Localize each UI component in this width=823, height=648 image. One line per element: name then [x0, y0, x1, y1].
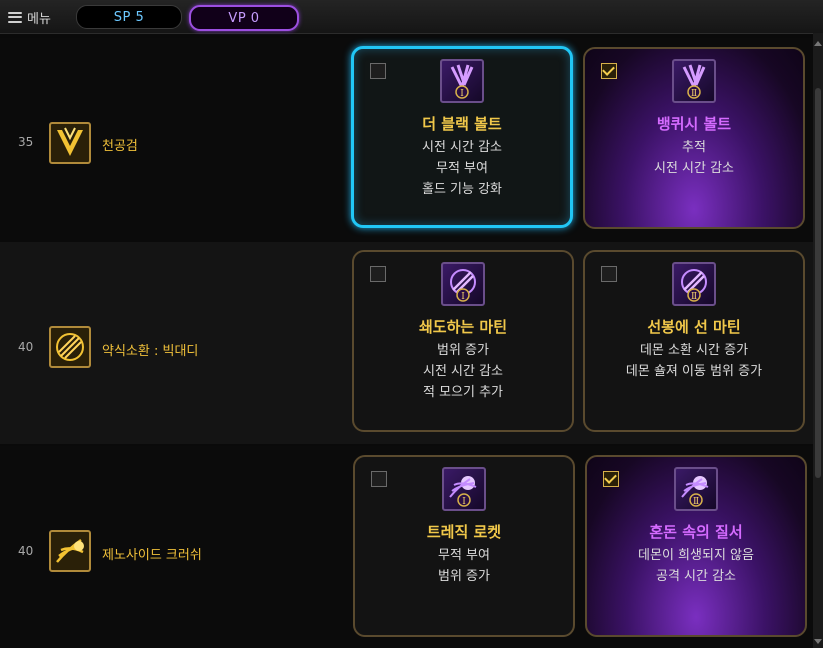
svg-text:Ⅰ: Ⅰ [462, 497, 466, 507]
option-checkbox[interactable] [370, 63, 386, 79]
svg-text:Ⅱ: Ⅱ [691, 292, 697, 302]
option-card[interactable]: Ⅱ 선봉에 선 마틴 데몬 소환 시간 증가 데몬 숄져 이동 범위 증가 [583, 250, 805, 432]
option-effect: 무적 부여 [436, 161, 488, 176]
genocide-crush-icon [49, 530, 91, 572]
option-card[interactable]: Ⅱ 혼돈 속의 질서 데몬이 희생되지 않음 공격 시간 감소 [585, 455, 807, 637]
option-checkbox[interactable] [603, 471, 619, 487]
purple-crush-roman-2-icon: Ⅱ [674, 467, 718, 511]
option-card[interactable]: Ⅰ 트레직 로켓 무적 부여 범위 증가 [353, 455, 575, 637]
skill-level: 40 [18, 544, 34, 558]
option-title: 쇄도하는 마틴 [418, 318, 508, 336]
option-effect: 범위 증가 [437, 343, 489, 358]
scroll-thumb[interactable] [815, 88, 821, 478]
skill-name: 제노사이드 크러쉬 [102, 548, 202, 563]
skill-level: 35 [18, 135, 34, 149]
option-title: 선봉에 선 마틴 [647, 318, 741, 336]
option-effect: 데몬 소환 시간 증가 [639, 343, 749, 358]
option-checkbox[interactable] [371, 471, 387, 487]
skill-name: 천공검 [102, 139, 138, 154]
vp-counter: VP 0 [189, 5, 299, 31]
scrollbar[interactable] [813, 33, 823, 648]
option-effect: 홀드 기능 강화 [421, 182, 503, 197]
option-title: 혼돈 속의 질서 [649, 523, 743, 541]
option-card[interactable]: Ⅱ 뱅퀴시 볼트 추적 시전 시간 감소 [583, 47, 805, 229]
option-effect: 범위 증가 [438, 569, 490, 584]
option-checkbox[interactable] [370, 266, 386, 282]
option-effect: 시전 시간 감소 [653, 161, 735, 176]
skill-row: 40 약식소환 : 빅대디 Ⅰ 쇄도하는 마틴 범위 증가 시전 시간 감소 적… [0, 242, 813, 444]
svg-text:Ⅱ: Ⅱ [693, 497, 699, 507]
purple-martin-roman-1-icon: Ⅰ [441, 262, 485, 306]
svg-text:Ⅰ: Ⅰ [461, 292, 465, 302]
option-title: 뱅퀴시 볼트 [656, 115, 732, 133]
option-checkbox[interactable] [601, 63, 617, 79]
option-effect: 시전 시간 감소 [421, 140, 503, 155]
option-checkbox[interactable] [601, 266, 617, 282]
thunder-blades-icon [49, 122, 91, 164]
option-effect: 무적 부여 [438, 548, 490, 563]
skill-level: 40 [18, 340, 34, 354]
summon-daddy-icon [49, 326, 91, 368]
option-effect: 데몬이 희생되지 않음 [638, 548, 754, 563]
menu-button[interactable]: 메뉴 [8, 7, 51, 27]
skill-row: 40 제노사이드 크러쉬 Ⅰ 트레직 로켓 무적 부여 범위 증가 Ⅱ 혼돈 속… [0, 446, 813, 648]
sp-counter: SP 5 [76, 5, 182, 29]
option-card[interactable]: Ⅰ 쇄도하는 마틴 범위 증가 시전 시간 감소 적 모으기 추가 [352, 250, 574, 432]
purple-blades-roman-2-icon: Ⅱ [672, 59, 716, 103]
purple-blades-roman-1-icon: Ⅰ [440, 59, 484, 103]
option-title: 더 블랙 볼트 [422, 115, 502, 133]
scroll-down-arrow-icon[interactable] [814, 636, 822, 644]
skill-row: 35 천공검 Ⅰ 더 블랙 볼트 시전 시간 감소 무적 부여 홀드 기능 강화… [0, 38, 813, 240]
menu-label: 메뉴 [27, 11, 51, 27]
top-bar: 메뉴 SP 5 VP 0 [0, 0, 823, 34]
option-effect: 적 모으기 추가 [422, 385, 504, 400]
option-effect: 공격 시간 감소 [655, 569, 737, 584]
svg-text:Ⅱ: Ⅱ [691, 89, 697, 99]
option-effect: 추적 [682, 140, 706, 155]
option-effect: 시전 시간 감소 [422, 364, 504, 379]
option-effect: 데몬 숄져 이동 범위 증가 [625, 364, 763, 379]
option-card[interactable]: Ⅰ 더 블랙 볼트 시전 시간 감소 무적 부여 홀드 기능 강화 [351, 46, 573, 228]
purple-martin-roman-2-icon: Ⅱ [672, 262, 716, 306]
option-title: 트레직 로켓 [426, 523, 502, 541]
purple-crush-roman-1-icon: Ⅰ [442, 467, 486, 511]
scroll-up-arrow-icon[interactable] [814, 41, 822, 49]
hamburger-icon [8, 11, 22, 23]
svg-text:Ⅰ: Ⅰ [460, 89, 464, 99]
skill-name: 약식소환 : 빅대디 [102, 344, 199, 359]
